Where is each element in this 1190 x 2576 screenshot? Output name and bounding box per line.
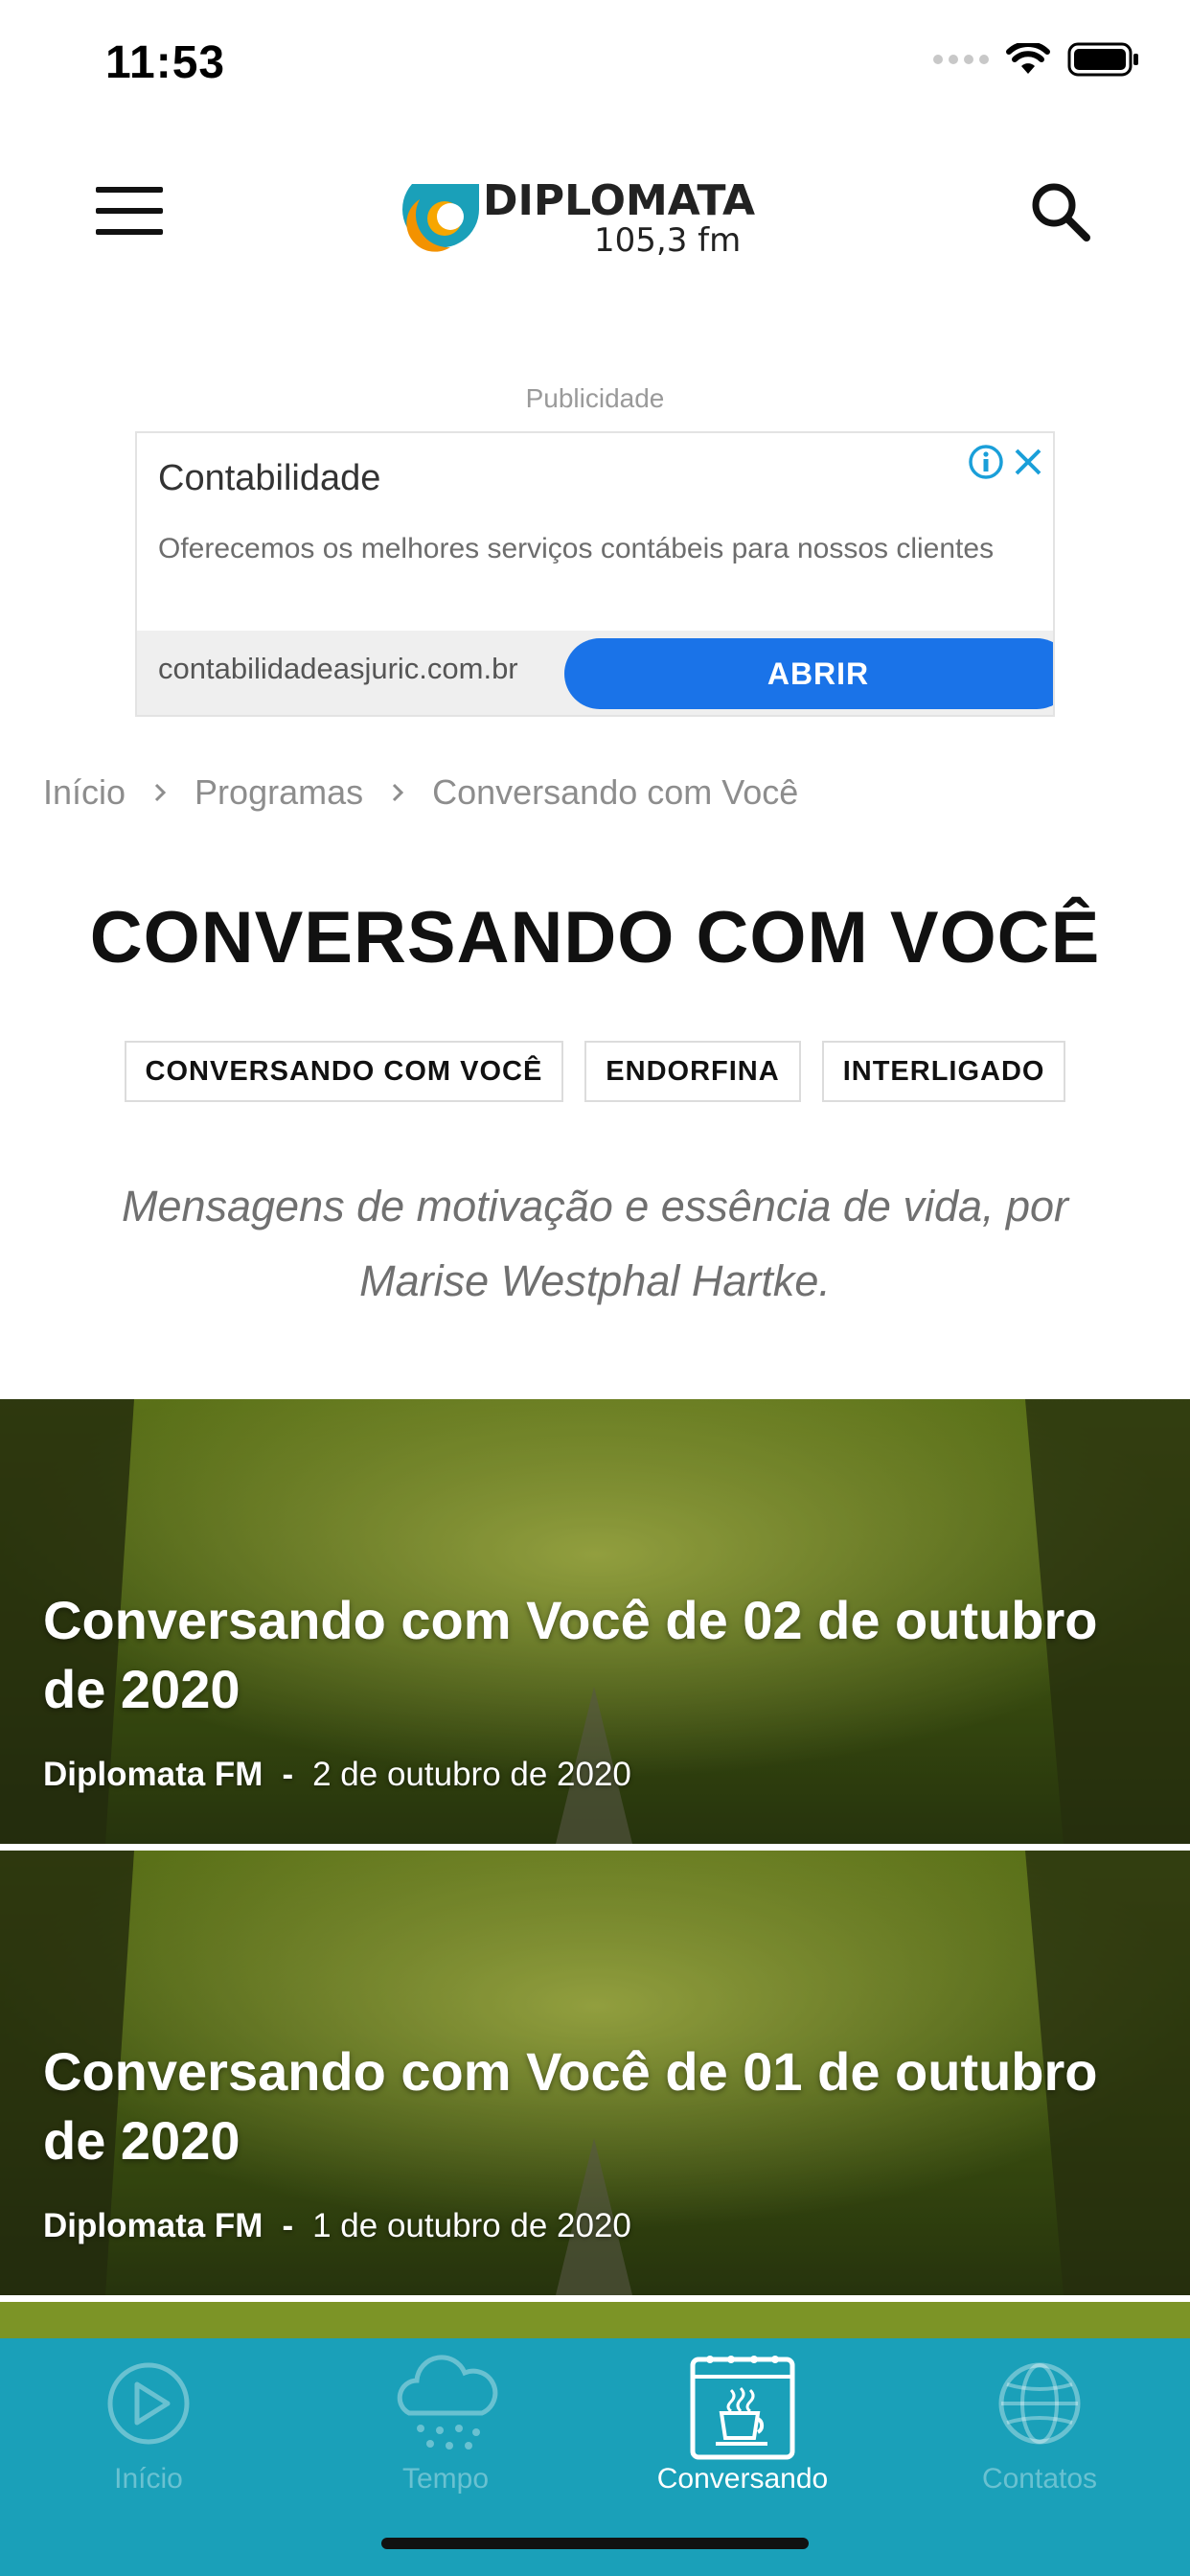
tab-tempo[interactable]: Tempo	[297, 2338, 594, 2511]
ad-footer: contabilidadeasjuric.com.br ABRIR	[137, 631, 1053, 715]
tab-label: Tempo	[401, 2463, 490, 2495]
ad-banner[interactable]: Contabilidade Oferecemos os melhores ser…	[135, 431, 1055, 717]
battery-icon	[1067, 42, 1138, 77]
post-separator: -	[282, 1756, 294, 1793]
post-date: 2 de outubro de 2020	[312, 1756, 631, 1793]
tab-label: Início	[114, 2463, 183, 2495]
status-bar: 11:53	[0, 0, 1190, 125]
post-title[interactable]: Conversando com Você de 01 de outubro de…	[43, 2037, 1145, 2175]
ad-description: Oferecemos os melhores serviços contábei…	[158, 533, 995, 564]
post-date: 1 de outubro de 2020	[312, 2207, 631, 2244]
tag-conversando[interactable]: CONVERSANDO COM VOCÊ	[124, 1041, 564, 1102]
chevron-right-icon	[393, 783, 404, 802]
app-header: DIPLOMATA 105,3 fm	[0, 144, 1190, 278]
page-title: CONVERSANDO COM VOCÊ	[89, 897, 1101, 978]
home-indicator[interactable]	[381, 2538, 809, 2549]
ad-url[interactable]: contabilidadeasjuric.com.br	[158, 652, 518, 686]
tag-interligado[interactable]: INTERLIGADO	[821, 1041, 1066, 1102]
post-meta: Diplomata FM -2 de outubro de 2020	[43, 1756, 631, 1794]
search-icon[interactable]	[1027, 178, 1094, 245]
weather-icon	[397, 2355, 498, 2450]
program-tags: CONVERSANDO COM VOCÊ ENDORFINA INTERLIGA…	[0, 1041, 1190, 1102]
post-card-partial[interactable]	[0, 2302, 1190, 2340]
info-icon[interactable]	[967, 443, 1005, 481]
close-icon[interactable]	[1009, 443, 1047, 481]
status-time: 11:53	[105, 37, 226, 88]
ad-open-button[interactable]: ABRIR	[564, 638, 1053, 709]
post-author: Diplomata FM	[43, 2207, 263, 2244]
play-icon	[107, 2362, 190, 2445]
post-author: Diplomata FM	[43, 1756, 263, 1793]
status-icons	[933, 42, 1140, 77]
calendar-coffee-icon	[690, 2356, 795, 2460]
chevron-right-icon	[154, 783, 167, 802]
globe-icon	[998, 2362, 1081, 2445]
svg-text:DIPLOMATA: DIPLOMATA	[483, 176, 755, 225]
diplomata-logo[interactable]: DIPLOMATA 105,3 fm	[395, 165, 797, 261]
cellular-signal-icon	[933, 55, 989, 64]
breadcrumb-home[interactable]: Início	[43, 772, 126, 813]
tab-label: Contatos	[981, 2463, 1098, 2495]
ad-label: Publicidade	[525, 383, 665, 413]
svg-text:105,3 fm: 105,3 fm	[594, 221, 741, 260]
tag-endorfina[interactable]: ENDORFINA	[584, 1041, 801, 1102]
menu-icon	[96, 187, 163, 193]
ad-title[interactable]: Contabilidade	[158, 458, 380, 499]
program-description: Mensagens de motivação e essência de vid…	[121, 1182, 1069, 1305]
breadcrumb: Início Programas Conversando com Você	[43, 772, 798, 813]
post-card[interactable]: Conversando com Você de 01 de outubro de…	[0, 1851, 1190, 2295]
menu-button[interactable]	[96, 187, 163, 237]
forest-road-image	[0, 2302, 1190, 2340]
post-title[interactable]: Conversando com Você de 02 de outubro de…	[43, 1586, 1145, 1724]
tab-inicio[interactable]: Início	[0, 2338, 297, 2511]
tab-contatos[interactable]: Contatos	[891, 2338, 1188, 2511]
tab-label: Conversando	[656, 2463, 829, 2495]
tab-conversando[interactable]: Conversando	[594, 2338, 891, 2511]
breadcrumb-programas[interactable]: Programas	[195, 772, 363, 813]
post-meta: Diplomata FM -1 de outubro de 2020	[43, 2207, 631, 2245]
post-separator: -	[282, 2207, 294, 2244]
post-card[interactable]: Conversando com Você de 02 de outubro de…	[0, 1399, 1190, 1844]
wifi-icon	[1006, 43, 1050, 74]
breadcrumb-current: Conversando com Você	[432, 772, 799, 812]
